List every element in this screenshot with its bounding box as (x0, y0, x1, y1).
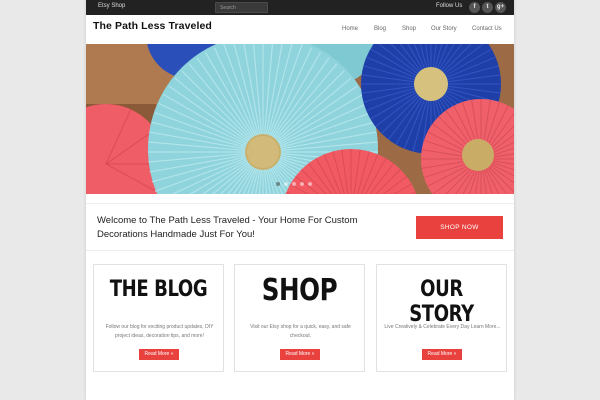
nav-blog[interactable]: Blog (374, 26, 386, 32)
slider-dot[interactable] (276, 182, 280, 186)
site-title[interactable]: The Path Less Traveled (93, 20, 212, 32)
welcome-banner: Welcome to The Path Less Traveled - Your… (86, 203, 514, 251)
site-header: The Path Less Traveled Home Blog Shop Ou… (86, 15, 514, 44)
follow-us-label: Follow Us (436, 3, 463, 9)
hero-image (86, 44, 514, 194)
nav-contact-us[interactable]: Contact Us (472, 26, 502, 32)
twitter-icon[interactable]: t (482, 2, 493, 13)
read-more-button[interactable]: Read More » (139, 349, 179, 360)
slider-dot[interactable] (308, 182, 312, 186)
google-plus-icon[interactable]: g+ (495, 2, 506, 13)
facebook-icon[interactable]: f (469, 2, 480, 13)
hero-slider[interactable] (86, 44, 514, 194)
card-description: Follow our blog for exciting product upd… (105, 324, 214, 339)
slider-dot[interactable] (292, 182, 296, 186)
slider-dots (276, 182, 312, 186)
welcome-text: Welcome to The Path Less Traveled - Your… (97, 215, 358, 240)
nav-our-story[interactable]: Our Story (431, 26, 457, 32)
card-title: SHOP (261, 273, 338, 308)
etsy-shop-link[interactable]: Etsy Shop (98, 3, 125, 9)
card-title: THE BLOG (109, 277, 208, 302)
card-description: Live Creatively & Celebrate Every Day Le… (384, 324, 501, 330)
card-our-story: OUR STORY Live Creatively & Celebrate Ev… (376, 264, 507, 372)
top-bar: Etsy Shop Search Follow Us f t g+ (86, 0, 514, 15)
card-blog: THE BLOG Follow our blog for exciting pr… (93, 264, 224, 372)
nav-shop[interactable]: Shop (402, 26, 416, 32)
read-more-button[interactable]: Read More » (280, 349, 320, 360)
slider-dot[interactable] (284, 182, 288, 186)
shop-now-button[interactable]: SHOP NOW (416, 216, 503, 239)
read-more-button[interactable]: Read More » (422, 349, 462, 360)
card-description: Visit our Etsy shop for a quick, easy, a… (250, 324, 351, 339)
card-title: OUR STORY (409, 277, 474, 327)
card-shop: SHOP Visit our Etsy shop for a quick, ea… (234, 264, 365, 372)
search-input[interactable]: Search (215, 2, 268, 13)
nav-home[interactable]: Home (342, 26, 358, 32)
page-container: Etsy Shop Search Follow Us f t g+ The Pa… (86, 0, 514, 400)
slider-dot[interactable] (300, 182, 304, 186)
